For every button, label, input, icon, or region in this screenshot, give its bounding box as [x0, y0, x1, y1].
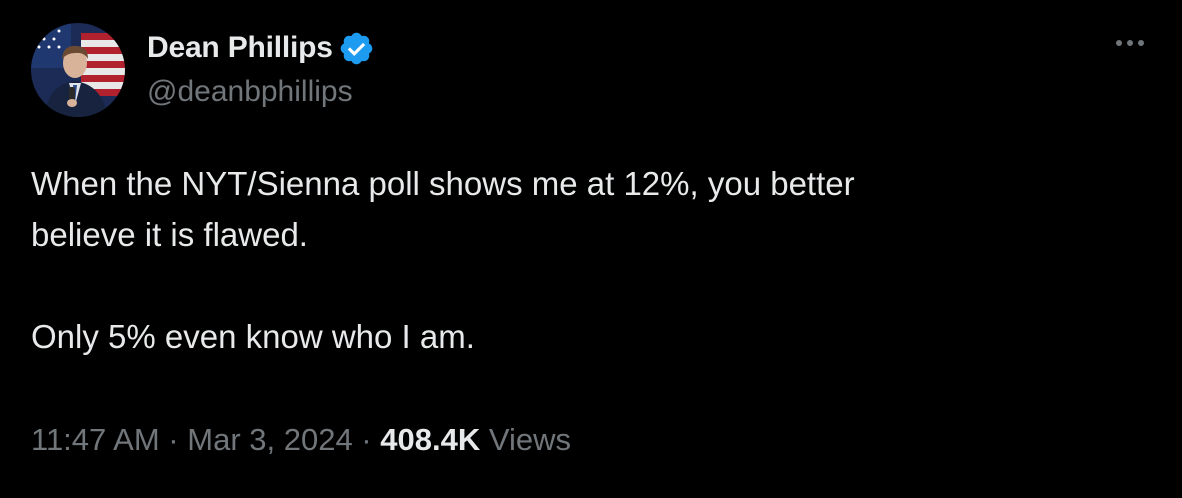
dot [1127, 40, 1133, 46]
meta-separator: · [352, 422, 381, 457]
tweet-line: Only 5% even know who I am. [31, 318, 475, 355]
avatar[interactable] [31, 23, 125, 117]
tweet-line: When the NYT/Sienna poll shows me at 12%… [31, 165, 855, 202]
views-label: Views [488, 422, 571, 457]
tweet-text: When the NYT/Sienna poll shows me at 12%… [31, 158, 1131, 362]
views-count[interactable]: 408.4K [380, 422, 480, 457]
tweet-time[interactable]: 11:47 AM [31, 422, 160, 457]
avatar-image [31, 23, 125, 117]
author-name-row: Dean Phillips [147, 28, 375, 68]
tweet-date[interactable]: Mar 3, 2024 [187, 422, 352, 457]
dot [1116, 40, 1122, 46]
display-name[interactable]: Dean Phillips [147, 31, 333, 65]
tweet-card: Dean Phillips @deanbphillips When the NY… [0, 0, 1182, 498]
tweet-line: believe it is flawed. [31, 216, 308, 253]
verified-badge-icon[interactable] [338, 30, 375, 67]
author-handle[interactable]: @deanbphillips [147, 75, 353, 109]
dot [1138, 40, 1144, 46]
meta-separator: · [159, 422, 188, 457]
more-options-icon[interactable] [1116, 40, 1144, 46]
tweet-meta: 11:47 AM · Mar 3, 2024 · 408.4K Views [31, 422, 571, 458]
